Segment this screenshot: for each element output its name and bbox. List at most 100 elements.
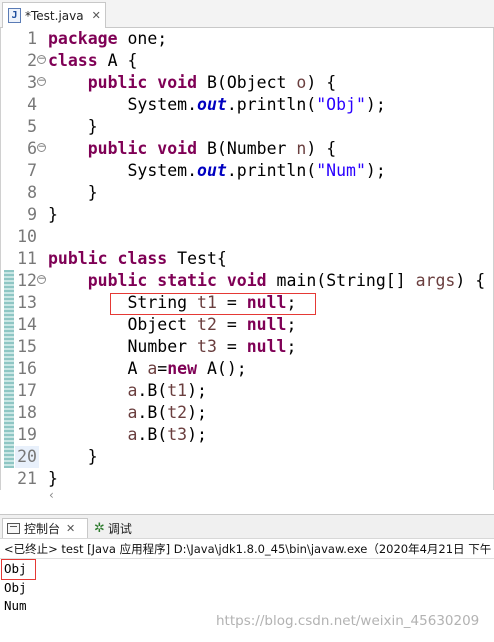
- code-token: o: [296, 73, 307, 92]
- tab-test-java[interactable]: J *Test.java ✕: [2, 2, 106, 28]
- code-token: a: [127, 425, 138, 444]
- fold-toggle-icon[interactable]: −: [37, 77, 46, 86]
- code-token: ) {: [306, 139, 337, 158]
- code-line[interactable]: 21}: [1, 468, 494, 490]
- code-text: }: [48, 468, 58, 490]
- close-icon[interactable]: ✕: [66, 522, 75, 535]
- code-token: null: [246, 315, 287, 334]
- code-token: .println(: [226, 161, 317, 180]
- code-line[interactable]: 1 package one;: [1, 28, 494, 50]
- code-token: );: [365, 95, 386, 114]
- code-token: t2: [167, 403, 188, 422]
- code-token: t3: [197, 337, 217, 356]
- code-text: a.B(t1);: [48, 380, 207, 402]
- code-token: System.: [48, 95, 198, 114]
- code-line[interactable]: 14 Object t2 = null;: [1, 314, 494, 336]
- code-token: .B(: [137, 403, 168, 422]
- line-number: 13: [17, 293, 37, 312]
- code-token: package: [48, 29, 118, 48]
- code-text: public static void main(String[] args) {: [48, 270, 485, 292]
- line-number: 18: [17, 403, 37, 422]
- fold-toggle-icon[interactable]: −: [37, 275, 46, 284]
- code-token: }: [48, 469, 58, 488]
- code-line[interactable]: 12− public static void main(String[] arg…: [1, 270, 494, 292]
- line-number: 8: [27, 183, 37, 202]
- code-line[interactable]: 7 System.out.println("Num");: [1, 160, 494, 182]
- code-token: ;: [286, 337, 297, 356]
- code-token: );: [187, 403, 207, 422]
- line-number: 21: [17, 469, 37, 488]
- tab-debug[interactable]: ✲ 调试: [92, 518, 132, 538]
- line-number: 5: [27, 117, 37, 136]
- code-token: void: [157, 139, 198, 158]
- line-number: 4: [27, 95, 37, 114]
- code-token: a: [127, 403, 138, 422]
- code-token: );: [187, 381, 207, 400]
- code-text: }: [48, 182, 98, 204]
- code-text: String t1 = null;: [48, 292, 296, 314]
- code-token: System.: [48, 161, 198, 180]
- code-line[interactable]: 17 a.B(t1);: [1, 380, 494, 402]
- code-token: }: [48, 117, 98, 136]
- code-line[interactable]: 6− public void B(Number n) {: [1, 138, 494, 160]
- code-token: public: [48, 249, 108, 268]
- code-token: B(Number: [197, 139, 297, 158]
- code-line[interactable]: 19 a.B(t3);: [1, 424, 494, 446]
- fold-toggle-icon[interactable]: −: [37, 143, 46, 152]
- code-line[interactable]: 8 }: [1, 182, 494, 204]
- code-token: =: [157, 359, 168, 378]
- code-token: =: [216, 315, 247, 334]
- code-line[interactable]: 10: [1, 226, 494, 248]
- scroll-left-arrow-icon[interactable]: ‹: [49, 488, 54, 502]
- code-editor[interactable]: ‹ 1 package one; 2− class A {3− public void…: [0, 28, 494, 502]
- code-token: out: [197, 161, 227, 180]
- line-number: 10: [17, 227, 37, 246]
- line-number: 12: [17, 271, 37, 290]
- code-token: =: [216, 293, 247, 312]
- horizontal-scrollbar[interactable]: ‹: [1, 488, 494, 504]
- code-line[interactable]: 2− class A {: [1, 50, 494, 72]
- code-line[interactable]: 11 public class Test{: [1, 248, 494, 270]
- console-process-status: <已终止> test [Java 应用程序] D:\Java\jdk1.8.0_…: [0, 540, 494, 559]
- code-line[interactable]: 15 Number t3 = null;: [1, 336, 494, 358]
- java-file-icon: J: [8, 8, 21, 23]
- tab-console[interactable]: 控制台 ✕: [2, 518, 88, 538]
- code-line[interactable]: 3− public void B(Object o) {: [1, 72, 494, 94]
- code-line[interactable]: 9}: [1, 204, 494, 226]
- code-text: }: [48, 204, 58, 226]
- code-line[interactable]: 4 System.out.println("Obj");: [1, 94, 494, 116]
- code-line[interactable]: 16 A a=new A();: [1, 358, 494, 380]
- code-token: one;: [117, 29, 168, 48]
- code-token: void: [226, 271, 267, 290]
- line-number: 11: [17, 249, 37, 268]
- code-line[interactable]: 5 }: [1, 116, 494, 138]
- line-number: 7: [27, 161, 37, 180]
- debug-icon: ✲: [94, 520, 105, 536]
- code-text: a.B(t3);: [48, 424, 207, 446]
- code-line[interactable]: 20 }: [1, 446, 494, 468]
- code-token: new: [167, 359, 198, 378]
- console-icon: [7, 523, 20, 534]
- code-token: .println(: [226, 95, 317, 114]
- code-text: public void B(Number n) {: [48, 138, 336, 160]
- code-line[interactable]: 13 String t1 = null;: [1, 292, 494, 314]
- line-number: 6: [27, 139, 37, 158]
- line-number: 17: [17, 381, 37, 400]
- watermark: https://blog.csdn.net/weixin_45630209: [216, 613, 480, 629]
- code-token: Object: [48, 315, 198, 334]
- code-token: Test{: [167, 249, 227, 268]
- code-token: t3: [167, 425, 188, 444]
- code-token: .B(: [137, 381, 168, 400]
- close-icon[interactable]: ✕: [92, 9, 101, 22]
- code-token: String: [48, 293, 198, 312]
- code-token: null: [246, 293, 287, 312]
- code-token: ) {: [455, 271, 486, 290]
- fold-toggle-icon[interactable]: −: [37, 55, 46, 64]
- line-number: 9: [27, 205, 37, 224]
- line-number: 3: [27, 73, 37, 92]
- code-text: public class Test{: [48, 248, 227, 270]
- code-line[interactable]: 18 a.B(t2);: [1, 402, 494, 424]
